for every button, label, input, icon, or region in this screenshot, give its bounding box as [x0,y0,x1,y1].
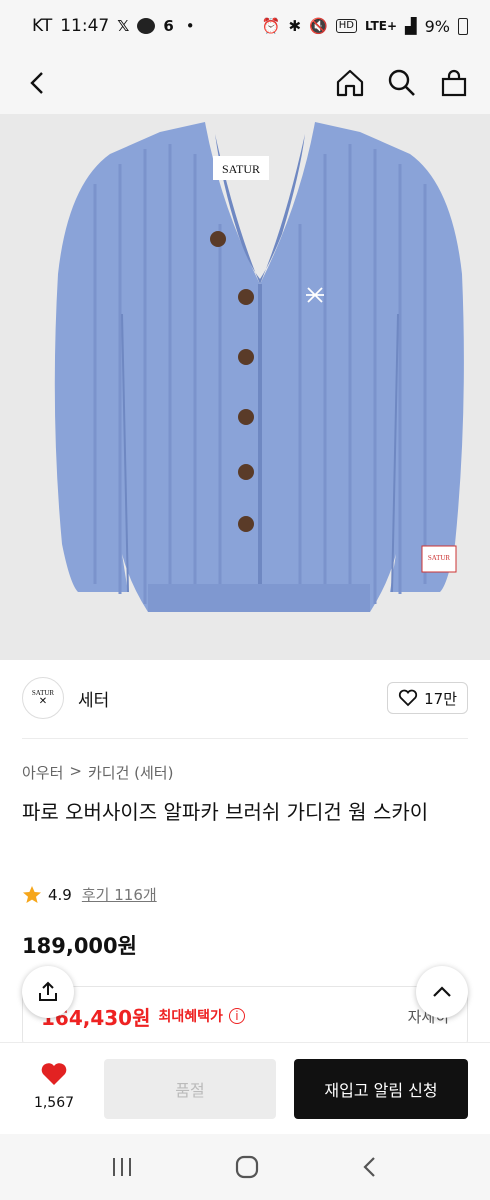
restock-alert-button[interactable]: 재입고 알림 신청 [294,1059,468,1119]
breadcrumb-separator: > [69,762,82,780]
bag-icon [441,69,467,97]
network-type: LTE+ [364,19,398,33]
app-bar [0,52,490,114]
product-title: 파로 오버사이즈 알파카 브러쉬 가디건 웜 스카이 [22,800,429,824]
back-button[interactable] [20,65,56,101]
cart-button[interactable] [438,67,470,99]
breadcrumb-outer[interactable]: 아우터 [22,762,63,783]
product-price: 189,000원 [22,934,137,958]
dot-icon: • [185,16,195,35]
sleeve-label: SATUR [427,554,451,562]
status-bar: KT 11:47 𝕏 6 • ⏰ ✱ 🔇 HD LTE+ ▟ 9% [0,0,490,52]
product-image[interactable]: SATUR SATUR [0,114,490,660]
info-icon[interactable]: i [228,1008,245,1024]
battery-level: 9% [424,16,450,36]
breadcrumb: 아우터 > 카디건 (세터) [22,762,173,783]
clock: 11:47 [60,16,110,36]
signal-icon: ▟ [405,16,417,35]
shop-like-button[interactable]: 17만 [387,682,468,714]
six-icon: 6 [163,16,174,35]
back-nav-icon[interactable] [359,1154,381,1180]
heart-outline-icon [398,689,418,707]
search-button[interactable] [386,67,418,99]
max-benefit-box[interactable]: 164,430원 최대혜택가 i 자세히 [22,986,468,1046]
mute-icon: 🔇 [309,16,328,35]
breadcrumb-cardigan[interactable]: 카디건 (세터) [88,762,173,783]
shop-row[interactable]: SATUR ✕ 세터 17만 [22,676,468,720]
wish-button[interactable]: 1,567 [22,1061,86,1111]
alarm-icon: ⏰ [261,16,281,35]
bluetooth-icon: ✱ [288,16,302,35]
share-icon [39,981,57,1001]
recent-apps-icon[interactable] [109,1156,135,1178]
talk-bubble-icon [137,18,156,34]
reviews-link[interactable]: 후기 116개 [82,884,157,905]
share-button[interactable] [22,966,74,1018]
back-icon [30,72,43,94]
star-icon [23,885,41,903]
shop-name[interactable]: 세터 [78,686,109,711]
benefit-label: 최대혜택가 [158,1009,223,1025]
brand-label: SATUR [221,162,260,176]
shop-logo[interactable]: SATUR ✕ [22,677,64,719]
carrier: KT [32,16,53,36]
hd-icon: HD [335,19,357,33]
divider [22,738,468,739]
heart-filled-icon [41,1063,67,1085]
shop-logo-mark-icon: ✕ [38,696,48,707]
home-nav-icon[interactable] [234,1154,260,1180]
scroll-top-button[interactable] [416,966,468,1018]
soldout-button: 품절 [104,1059,276,1119]
home-icon [336,69,364,97]
cardigan-illustration [54,122,464,612]
search-icon [388,69,415,96]
rating-row: 4.9 후기 116개 [22,884,157,905]
battery-icon [458,17,468,35]
chevron-up-icon [433,986,451,997]
wish-count: 1,567 [33,1095,75,1111]
purchase-bar: 1,567 품절 재입고 알림 신청 [0,1042,490,1134]
rating-value: 4.9 [48,885,72,904]
system-nav-bar [0,1134,490,1200]
x-logo-icon: 𝕏 [117,16,130,35]
home-button[interactable] [334,67,366,99]
shop-like-count: 17만 [424,689,457,708]
